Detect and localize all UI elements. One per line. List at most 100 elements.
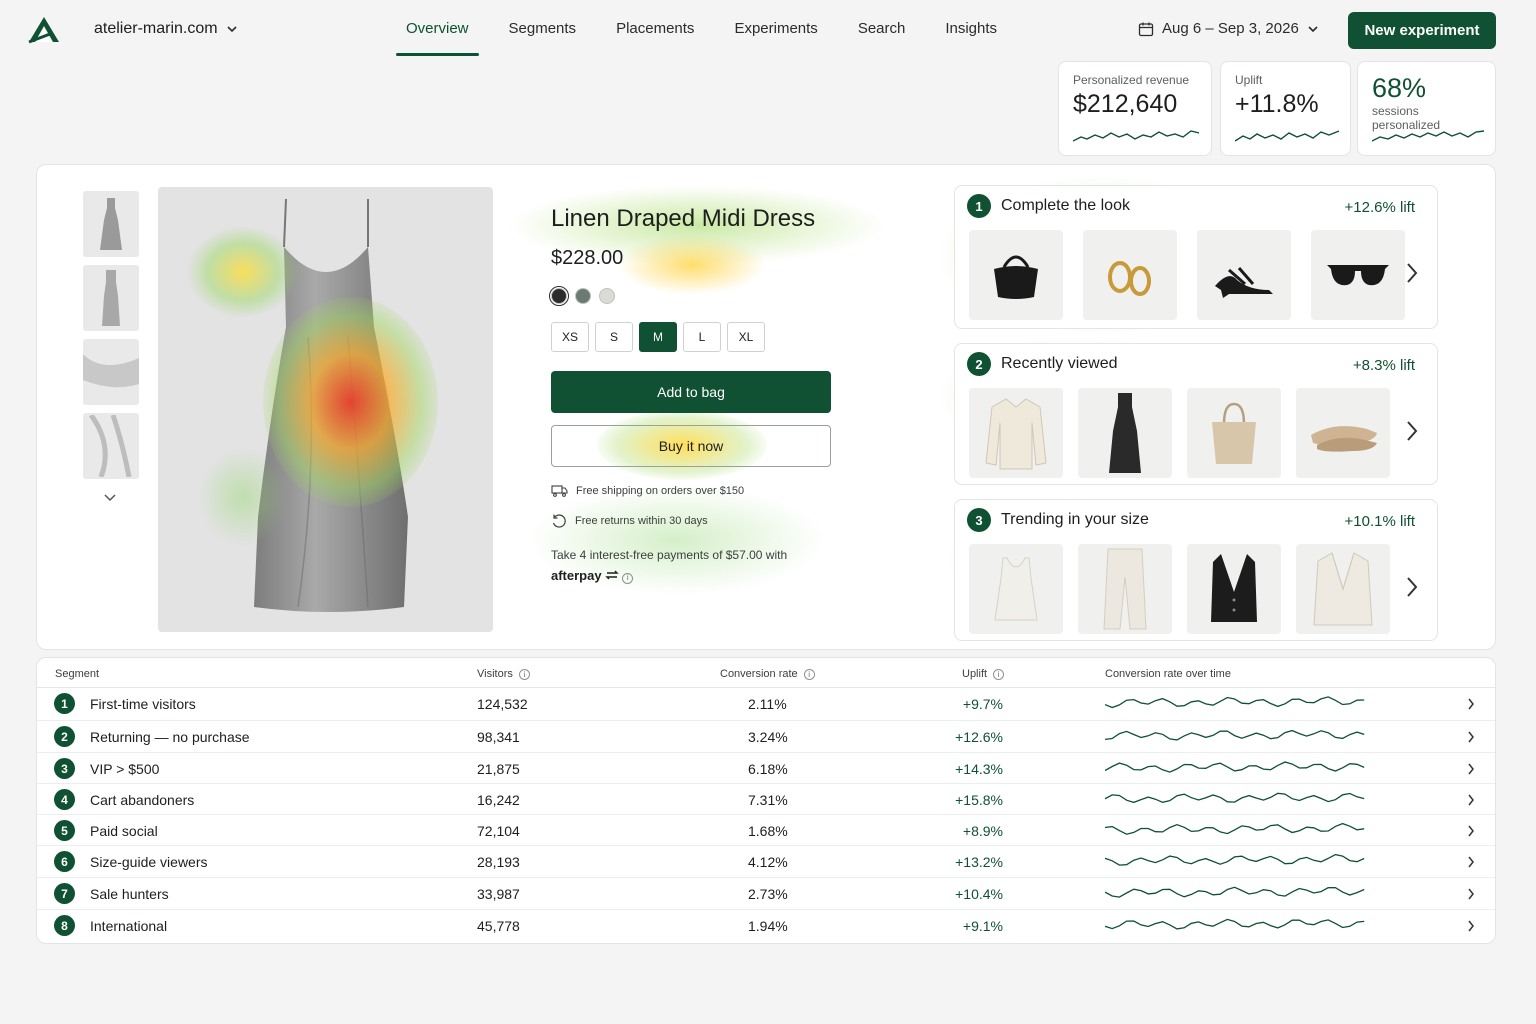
rec-product-slip-dress[interactable] — [1078, 388, 1172, 478]
product-heatmap-panel: Linen Draped Midi Dress $228.00 XS S M L… — [36, 164, 1496, 650]
rec-product-tote[interactable] — [1187, 388, 1281, 478]
nav-placements[interactable]: Placements — [606, 0, 704, 56]
chevron-right-icon[interactable] — [1467, 698, 1475, 710]
product-price: $228.00 — [551, 247, 624, 269]
size-m[interactable]: M — [639, 322, 677, 352]
size-xs[interactable]: XS — [551, 322, 589, 352]
afterpay-message: Take 4 interest-free payments of $57.00 … — [551, 545, 851, 587]
visitors-value: 98,341 — [477, 729, 520, 745]
product-hero-image[interactable] — [158, 187, 493, 632]
rank-badge: 5 — [54, 820, 75, 841]
kpi-label: Uplift — [1235, 73, 1263, 87]
tote-icon — [1212, 402, 1256, 464]
rec-product-tank-top[interactable] — [969, 544, 1063, 634]
blouse-icon — [985, 398, 1047, 470]
returns-text: Free returns within 30 days — [575, 515, 708, 527]
nav-insights[interactable]: Insights — [935, 0, 1007, 56]
table-row[interactable]: 5 Paid social 72,104 1.68% +8.9% — [37, 815, 1495, 846]
nav-overview[interactable]: Overview — [396, 0, 479, 56]
rec-product-flats[interactable] — [1296, 388, 1390, 478]
nav-search[interactable]: Search — [848, 0, 916, 56]
calendar-icon — [1138, 22, 1154, 36]
info-icon[interactable]: i — [993, 668, 1005, 680]
col-segment[interactable]: Segment — [55, 668, 99, 680]
conversion-value: 3.24% — [748, 729, 788, 745]
uplift-value: +14.3% — [955, 761, 1003, 777]
swatch-ivory[interactable] — [599, 288, 615, 304]
swatch-black[interactable] — [549, 286, 569, 306]
conversion-value: 2.11% — [748, 696, 787, 712]
info-icon[interactable]: i — [803, 668, 815, 680]
size-xl[interactable]: XL — [727, 322, 765, 352]
rec-product-earrings[interactable] — [1083, 230, 1177, 320]
table-row[interactable]: 6 Size-guide viewers 28,193 4.12% +13.2% — [37, 846, 1495, 878]
rank-badge: 1 — [54, 693, 75, 714]
thumbnail-back[interactable] — [83, 265, 139, 331]
chevron-right-icon[interactable] — [1467, 856, 1475, 868]
chevron-right-icon[interactable] — [1467, 731, 1475, 743]
chevron-down-icon[interactable] — [103, 493, 117, 503]
conversion-sparkline — [1105, 761, 1365, 773]
table-row[interactable]: 8 International 45,778 1.94% +9.1% — [37, 910, 1495, 943]
flats-icon — [1311, 426, 1377, 452]
info-icon[interactable]: i — [622, 572, 634, 584]
table-row[interactable]: 7 Sale hunters 33,987 2.73% +10.4% — [37, 878, 1495, 910]
chevron-right-icon[interactable] — [1467, 794, 1475, 806]
rec-lift: +10.1% lift — [1344, 513, 1415, 530]
truck-icon — [551, 485, 568, 497]
date-range-picker[interactable]: Aug 6 – Sep 3, 2026 — [1138, 20, 1319, 37]
col-conversion[interactable]: Conversion rate i — [720, 668, 815, 680]
new-experiment-button[interactable]: New experiment — [1348, 12, 1496, 49]
site-switcher[interactable]: atelier-marin.com — [94, 20, 238, 38]
swatch-sage[interactable] — [575, 288, 591, 304]
top-bar: atelier-marin.com Overview Segments Plac… — [0, 0, 1536, 60]
rank-badge: 2 — [54, 726, 75, 747]
conversion-sparkline — [1105, 729, 1365, 741]
conversion-sparkline — [1105, 853, 1365, 866]
thumbnail-front[interactable] — [83, 191, 139, 257]
rec-product-sunglasses[interactable] — [1311, 230, 1405, 320]
rank-badge: 3 — [967, 508, 991, 532]
col-uplift[interactable]: Uplift i — [962, 668, 1005, 680]
rec-product-blazer[interactable] — [1296, 544, 1390, 634]
conversion-sparkline — [1105, 822, 1365, 835]
chevron-right-icon[interactable] — [1467, 763, 1475, 775]
chevron-right-icon[interactable] — [1467, 888, 1475, 900]
thumbnail-drape-detail[interactable] — [83, 413, 139, 479]
chevron-right-icon[interactable] — [1467, 920, 1475, 932]
blazer-icon — [1313, 552, 1373, 626]
segment-table: Segment Visitors i Conversion rate i Uplif… — [36, 657, 1496, 944]
brand-logo[interactable] — [26, 14, 62, 44]
nav-segments[interactable]: Segments — [499, 0, 587, 56]
chevron-right-icon[interactable] — [1405, 262, 1419, 284]
rec-product-vest[interactable] — [1187, 544, 1281, 634]
table-row[interactable]: 3 VIP > $500 21,875 6.18% +14.3% — [37, 753, 1495, 784]
conversion-value: 7.31% — [748, 792, 788, 808]
chevron-down-icon — [1308, 25, 1318, 32]
table-row[interactable]: 4 Cart abandoners 16,242 7.31% +15.8% — [37, 784, 1495, 815]
thumbnail-fabric-detail[interactable] — [83, 339, 139, 405]
slip-dress-icon — [1109, 393, 1141, 473]
add-to-bag-button[interactable]: Add to bag — [551, 371, 831, 413]
col-visitors[interactable]: Visitors i — [477, 668, 530, 680]
table-row[interactable]: 1 First-time visitors 124,532 2.11% +9.7% — [37, 688, 1495, 721]
chevron-right-icon[interactable] — [1405, 420, 1419, 442]
segment-name: Size-guide viewers — [90, 854, 208, 870]
kpi-value: $212,640 — [1073, 90, 1178, 118]
table-row[interactable]: 2 Returning — no purchase 98,341 3.24% +12.6… — [37, 721, 1495, 753]
rec-product-trousers[interactable] — [1078, 544, 1172, 634]
info-icon[interactable]: i — [518, 668, 530, 680]
nav-experiments[interactable]: Experiments — [724, 0, 827, 56]
rec-product-handbag[interactable] — [969, 230, 1063, 320]
rank-badge: 1 — [967, 194, 991, 218]
visitors-value: 45,778 — [477, 918, 520, 934]
rec-product-heels[interactable] — [1197, 230, 1291, 320]
chevron-right-icon[interactable] — [1405, 576, 1419, 598]
uplift-value: +8.9% — [962, 823, 1003, 839]
rec-product-blouse[interactable] — [969, 388, 1063, 478]
chevron-right-icon[interactable] — [1467, 825, 1475, 837]
size-l[interactable]: L — [683, 322, 721, 352]
shipping-perk: Free shipping on orders over $150 — [551, 485, 851, 497]
size-s[interactable]: S — [595, 322, 633, 352]
buy-now-button[interactable]: Buy it now — [551, 425, 831, 467]
